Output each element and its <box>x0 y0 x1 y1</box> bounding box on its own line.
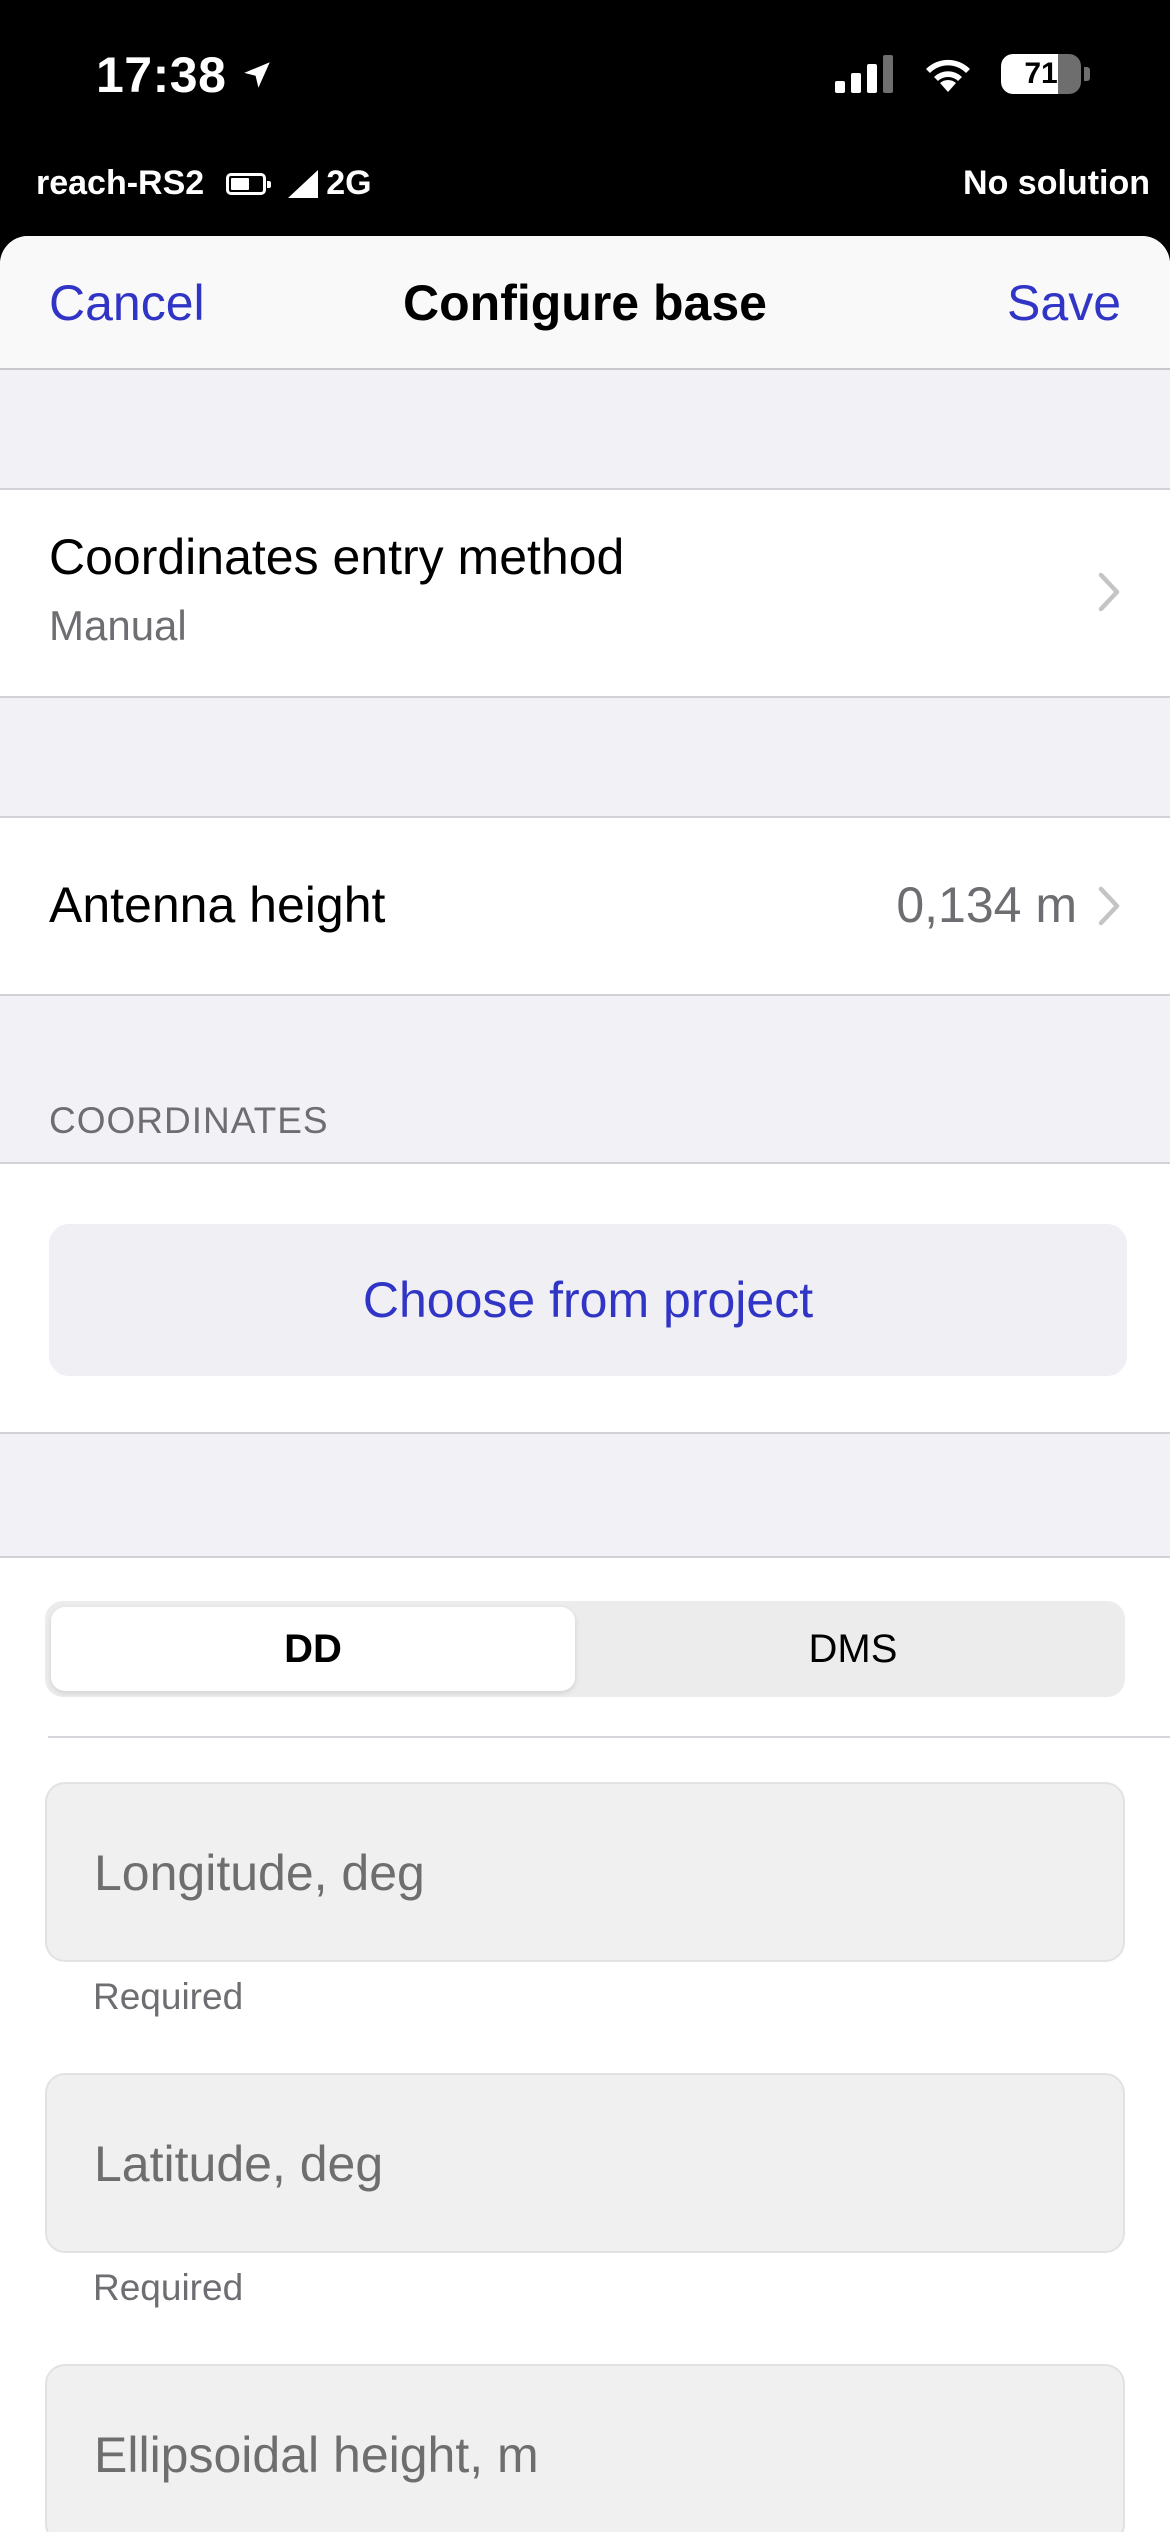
configure-base-sheet: Cancel Configure base Save Coordinates e… <box>0 236 1170 2532</box>
latitude-helper: Required <box>93 2267 244 2308</box>
battery-nub <box>1084 67 1090 81</box>
antenna-height-cell[interactable]: Antenna height 0,134 m <box>0 816 1170 996</box>
chevron-right-icon <box>1098 572 1120 612</box>
device-battery-icon <box>226 172 272 195</box>
chevron-right-icon <box>1098 886 1120 926</box>
device-name: reach-RS2 <box>36 164 205 202</box>
longitude-helper: Required <box>93 1976 244 2017</box>
status-bar: 17:38 71 <box>0 0 1170 150</box>
battery-percent: 71 <box>1024 57 1058 90</box>
ellipsoidal-height-field[interactable]: Ellipsoidal height, m <box>45 2364 1125 2532</box>
network-signal-icon <box>288 169 319 198</box>
choose-from-project-button[interactable]: Choose from project <box>49 1224 1127 1376</box>
device-status-bar: reach-RS2 2G No solution <box>0 150 1170 236</box>
format-dd-option[interactable]: DD <box>51 1607 575 1691</box>
antenna-height-value: 0,134 m <box>896 877 1077 933</box>
longitude-field[interactable]: Longitude, deg <box>45 1782 1125 1962</box>
location-arrow-icon <box>244 62 271 88</box>
coordinate-format-toggle: DD DMS <box>45 1601 1125 1697</box>
clock-label: 17:38 <box>96 47 227 103</box>
latitude-field[interactable]: Latitude, deg <box>45 2073 1125 2253</box>
coordinates-section-header: COORDINATES <box>49 1100 329 1141</box>
coordinates-entry-method-cell[interactable]: Coordinates entry method Manual <box>0 488 1170 698</box>
entry-method-title: Coordinates entry method <box>49 529 625 585</box>
ellipsoidal-height-placeholder: Ellipsoidal height, m <box>94 2427 539 2483</box>
save-button[interactable]: Save <box>1007 274 1121 332</box>
solution-status: No solution <box>963 164 1150 202</box>
cellular-signal-icon <box>835 55 893 93</box>
coordinates-form: DD DMS Longitude, deg Required Latitude,… <box>0 1556 1170 2532</box>
format-dms-option[interactable]: DMS <box>587 1607 1119 1691</box>
choose-from-project-cell: Choose from project <box>0 1162 1170 1434</box>
network-type: 2G <box>326 164 372 202</box>
status-indicators: 71 <box>835 54 1090 94</box>
wifi-icon <box>926 59 970 92</box>
device-info: reach-RS2 2G <box>36 164 372 203</box>
battery-indicator: 71 <box>1001 54 1081 94</box>
status-time: 17:38 <box>96 46 274 104</box>
divider <box>48 1736 1170 1738</box>
longitude-placeholder: Longitude, deg <box>94 1845 425 1901</box>
nav-bar: Cancel Configure base Save <box>0 236 1170 370</box>
page-title: Configure base <box>403 275 767 331</box>
latitude-placeholder: Latitude, deg <box>94 2136 384 2192</box>
antenna-height-title: Antenna height <box>49 877 386 933</box>
entry-method-value: Manual <box>49 602 187 649</box>
